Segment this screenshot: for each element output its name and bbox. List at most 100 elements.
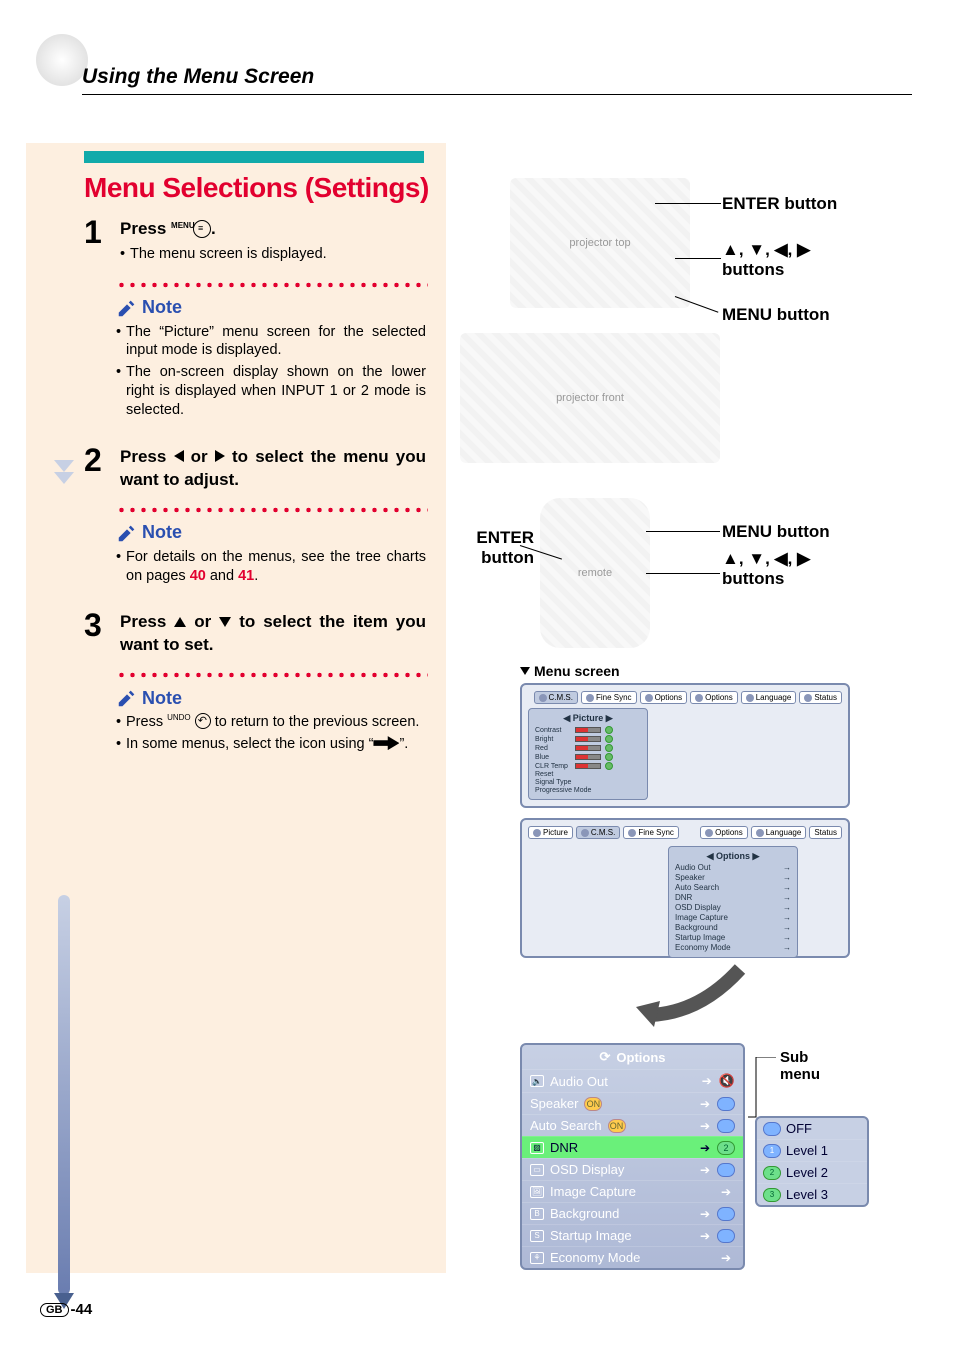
text: For details on the menus, see the tree c… [126, 549, 426, 584]
picture-row: Blue [535, 753, 641, 761]
option-row: Auto SearchON➔ [522, 1114, 743, 1136]
note-label: Note [116, 687, 426, 709]
step-number: 1 [84, 214, 108, 267]
picture-sub-panel: ◀ Picture ▶ ContrastBrightRedBlueCLR Tem… [528, 708, 648, 800]
note-bullet: The on-screen display shown on the lower… [116, 363, 426, 420]
remote-illustration: remote [540, 498, 650, 648]
option-mini-row: Background→ [675, 923, 791, 932]
option-mini-row: OSD Display→ [675, 903, 791, 912]
option-mini-row: Audio Out→ [675, 863, 791, 872]
text: . [211, 219, 216, 238]
option-mini-row: Economy Mode→ [675, 943, 791, 952]
note-pencil-icon [116, 297, 138, 319]
vertical-gradient-bar [50, 895, 78, 1311]
text: to return to the previous screen. [211, 714, 420, 730]
note-bullet: For details on the menus, see the tree c… [116, 548, 426, 586]
note-block-3: Note Press UNDO to return to the previou… [116, 687, 426, 754]
undo-small-label: UNDO [167, 713, 191, 722]
text: Menu screen [534, 663, 620, 679]
option-mini-row: Startup Image→ [675, 933, 791, 942]
undo-button-icon [195, 713, 211, 729]
note-block-1: Note The “Picture” menu screen for the s… [116, 297, 426, 420]
option-row: ⚘Economy Mode➔ [522, 1246, 743, 1268]
text: ”. [399, 736, 408, 752]
down-triangle-icon [219, 617, 231, 627]
projector-top-illustration: projector top [510, 178, 690, 308]
red-dots-divider [116, 671, 428, 679]
red-dots-divider [116, 506, 428, 514]
left-column: Menu Selections (Settings) 1 Press MENU.… [26, 143, 446, 1273]
callout-line [675, 258, 721, 259]
picture-row: Red [535, 744, 641, 752]
projector-front-illustration: projector front [460, 333, 720, 463]
option-row: 🖼Image Capture➔ [522, 1180, 743, 1202]
bullet-list: The menu screen is displayed. [120, 245, 426, 264]
panel-title: ◀ Picture ▶ [535, 713, 641, 724]
teal-bar [84, 151, 424, 163]
note-text: Note [142, 522, 182, 543]
menu-screen-label: Menu screen [520, 663, 920, 679]
curved-arrow-icon [630, 963, 760, 1033]
menu-panel-picture: C.M.S.Fine SyncOptionsOptionsLanguageSta… [520, 683, 850, 808]
down-triangle-icon [520, 667, 530, 675]
note-text: Note [142, 688, 182, 709]
note-text: Note [142, 297, 182, 318]
note-bullet: In some menus, select the icon using “”. [116, 735, 426, 754]
picture-row: CLR Temp [535, 762, 641, 770]
right-triangle-icon [215, 450, 225, 462]
chevron-down-icon [50, 456, 78, 492]
tab: Options [640, 691, 688, 704]
menu-button-label: MENU button [722, 305, 830, 325]
step-1: 1 Press MENU. The menu screen is display… [26, 218, 446, 267]
callout-bracket [746, 1057, 780, 1123]
option-row: ▨DNR➔2 [522, 1136, 743, 1158]
option-mini-row: Speaker→ [675, 873, 791, 882]
enter-button-label: ENTER button [722, 194, 837, 214]
callout-line [655, 203, 721, 204]
picture-row: Signal Type [535, 779, 641, 786]
tab: Status [809, 826, 842, 839]
page-link[interactable]: 41 [238, 568, 254, 584]
note-block-2: Note For details on the menus, see the t… [116, 522, 426, 586]
tab: Options [700, 826, 748, 839]
tab: Language [751, 826, 807, 839]
submenu-row: 3Level 3 [757, 1183, 867, 1205]
options-sub-panel: ◀ Options ▶ Audio Out→Speaker→Auto Searc… [668, 846, 798, 958]
step-3: 3 Press or to select the item you want t… [26, 611, 446, 657]
text: Press [126, 714, 167, 730]
step-number: 2 [84, 442, 108, 492]
tab: Status [799, 691, 842, 704]
callout-line [646, 531, 720, 532]
tab: Picture [528, 826, 573, 839]
option-row: SStartup Image➔ [522, 1224, 743, 1246]
step-2: 2 Press or to select the menu you want t… [26, 446, 446, 492]
page-link[interactable]: 40 [190, 568, 206, 584]
page-title: Using the Menu Screen [82, 65, 912, 95]
note-pencil-icon [116, 522, 138, 544]
options-panel-header: ⟳Options [522, 1045, 743, 1069]
panel-title: ◀ Options ▶ [675, 851, 791, 862]
option-mini-row: DNR→ [675, 893, 791, 902]
page-footer: GB-44 [40, 1301, 92, 1318]
text: and [206, 568, 238, 584]
menu-button-label: MENU button [722, 522, 830, 542]
step-heading: Press or to select the menu you want to … [120, 446, 426, 492]
up-triangle-icon [174, 617, 186, 627]
menu-button-icon [193, 220, 211, 238]
arrow-buttons-label: ▲, ▼, ◀, ▶buttons [722, 240, 852, 279]
note-bullet: The “Picture” menu screen for the select… [116, 323, 426, 361]
note-bullet: Press UNDO to return to the previous scr… [116, 713, 426, 732]
arrow-buttons-label: ▲, ▼, ◀, ▶buttons [722, 549, 852, 588]
note-label: Note [116, 522, 426, 544]
section-title: Menu Selections (Settings) [84, 173, 446, 204]
gb-pill: GB [40, 1303, 69, 1317]
sub-menu-panel: OFF1Level 12Level 23Level 3 [755, 1116, 869, 1207]
tab: C.M.S. [576, 826, 620, 839]
option-row: ▭OSD Display➔ [522, 1158, 743, 1180]
enter-button-label: ENTERbutton [460, 528, 534, 567]
picture-row: Progressive Mode [535, 787, 641, 794]
option-row: 🔈Audio Out➔🔇 [522, 1069, 743, 1092]
option-row: BBackground➔ [522, 1202, 743, 1224]
red-dots-divider [116, 281, 428, 289]
option-mini-row: Auto Search→ [675, 883, 791, 892]
